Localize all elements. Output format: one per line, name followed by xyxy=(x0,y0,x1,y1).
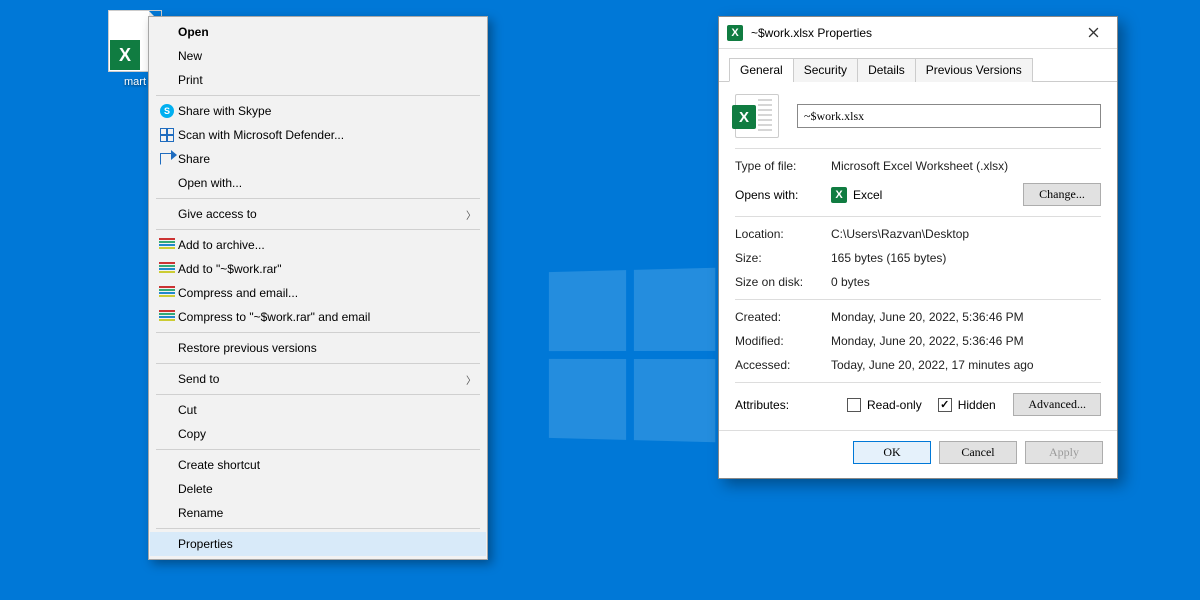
menu-separator xyxy=(156,95,480,96)
menu-share-skype[interactable]: Share with Skype xyxy=(150,99,486,123)
close-icon xyxy=(1088,27,1099,38)
menu-separator xyxy=(156,229,480,230)
chevron-right-icon: 〉 xyxy=(466,207,476,222)
divider xyxy=(735,382,1101,383)
title-text: ~$work.xlsx Properties xyxy=(751,26,1071,40)
label-attributes: Attributes: xyxy=(735,398,831,412)
menu-scan-defender[interactable]: Scan with Microsoft Defender... xyxy=(150,123,486,147)
checkbox-readonly-label: Read-only xyxy=(867,398,922,412)
value-opens-with: Excel xyxy=(853,188,882,202)
label-accessed: Accessed: xyxy=(735,358,831,372)
advanced-button[interactable]: Advanced... xyxy=(1013,393,1101,416)
menu-rename[interactable]: Rename xyxy=(150,501,486,525)
menu-separator xyxy=(156,198,480,199)
value-location: C:\Users\Razvan\Desktop xyxy=(831,227,1101,241)
menu-restore-versions[interactable]: Restore previous versions xyxy=(150,336,486,360)
divider xyxy=(735,216,1101,217)
filename-input[interactable] xyxy=(797,104,1101,128)
row-size: Size:165 bytes (165 bytes) xyxy=(735,251,1101,265)
apply-button[interactable]: Apply xyxy=(1025,441,1103,464)
menu-open-with[interactable]: Open with... xyxy=(150,171,486,195)
row-size-on-disk: Size on disk:0 bytes xyxy=(735,275,1101,289)
row-modified: Modified:Monday, June 20, 2022, 5:36:46 … xyxy=(735,334,1101,348)
menu-separator xyxy=(156,528,480,529)
winrar-icon xyxy=(159,262,175,276)
share-icon xyxy=(160,153,174,165)
menu-share[interactable]: Share xyxy=(150,147,486,171)
context-menu: Open New Print Share with Skype Scan wit… xyxy=(148,16,488,560)
file-type-icon: X xyxy=(735,94,779,138)
menu-compress-rar-email[interactable]: Compress to "~$work.rar" and email xyxy=(150,305,486,329)
close-button[interactable] xyxy=(1071,18,1115,48)
cancel-button[interactable]: Cancel xyxy=(939,441,1017,464)
properties-dialog: X ~$work.xlsx Properties General Securit… xyxy=(718,16,1118,479)
chevron-right-icon: 〉 xyxy=(466,372,476,387)
menu-separator xyxy=(156,394,480,395)
winrar-icon xyxy=(159,238,175,252)
menu-create-shortcut[interactable]: Create shortcut xyxy=(150,453,486,477)
menu-new[interactable]: New xyxy=(150,44,486,68)
tabs: General Security Details Previous Versio… xyxy=(719,49,1117,82)
row-location: Location:C:\Users\Razvan\Desktop xyxy=(735,227,1101,241)
divider xyxy=(735,148,1101,149)
menu-separator xyxy=(156,449,480,450)
change-button[interactable]: Change... xyxy=(1023,183,1101,206)
title-excel-icon: X xyxy=(727,25,743,41)
checkbox-box xyxy=(938,398,952,412)
row-opens-with: Opens with: X Excel Change... xyxy=(735,183,1101,206)
menu-print[interactable]: Print xyxy=(150,68,486,92)
label-location: Location: xyxy=(735,227,831,241)
windows-logo-background xyxy=(549,268,715,442)
winrar-icon xyxy=(159,286,175,300)
row-created: Created:Monday, June 20, 2022, 5:36:46 P… xyxy=(735,310,1101,324)
title-bar: X ~$work.xlsx Properties xyxy=(719,17,1117,49)
menu-add-archive[interactable]: Add to archive... xyxy=(150,233,486,257)
row-attributes: Attributes: Read-only Hidden Advanced... xyxy=(735,393,1101,416)
divider xyxy=(735,299,1101,300)
dialog-footer: OK Cancel Apply xyxy=(719,430,1117,478)
value-size-on-disk: 0 bytes xyxy=(831,275,1101,289)
general-panel: X Type of file: Microsoft Excel Workshee… xyxy=(719,82,1117,424)
excel-app-icon: X xyxy=(831,187,847,203)
menu-add-rar[interactable]: Add to "~$work.rar" xyxy=(150,257,486,281)
tab-security[interactable]: Security xyxy=(793,58,858,82)
menu-delete[interactable]: Delete xyxy=(150,477,486,501)
menu-cut[interactable]: Cut xyxy=(150,398,486,422)
value-accessed: Today, June 20, 2022, 17 minutes ago xyxy=(831,358,1101,372)
value-created: Monday, June 20, 2022, 5:36:46 PM xyxy=(831,310,1101,324)
menu-open[interactable]: Open xyxy=(150,20,486,44)
value-type: Microsoft Excel Worksheet (.xlsx) xyxy=(831,159,1101,173)
label-opens-with: Opens with: xyxy=(735,188,831,202)
checkbox-hidden[interactable]: Hidden xyxy=(938,398,996,412)
winrar-icon xyxy=(159,310,175,324)
checkbox-readonly[interactable]: Read-only xyxy=(847,398,922,412)
menu-properties[interactable]: Properties xyxy=(150,532,486,556)
menu-send-to[interactable]: Send to〉 xyxy=(150,367,486,391)
row-accessed: Accessed:Today, June 20, 2022, 17 minute… xyxy=(735,358,1101,372)
label-type: Type of file: xyxy=(735,159,831,173)
label-size-on-disk: Size on disk: xyxy=(735,275,831,289)
row-type: Type of file: Microsoft Excel Worksheet … xyxy=(735,159,1101,173)
checkbox-hidden-label: Hidden xyxy=(958,398,996,412)
excel-badge-icon: X xyxy=(110,40,140,70)
ok-button[interactable]: OK xyxy=(853,441,931,464)
value-size: 165 bytes (165 bytes) xyxy=(831,251,1101,265)
menu-give-access[interactable]: Give access to〉 xyxy=(150,202,486,226)
label-size: Size: xyxy=(735,251,831,265)
menu-compress-email[interactable]: Compress and email... xyxy=(150,281,486,305)
label-created: Created: xyxy=(735,310,831,324)
menu-copy[interactable]: Copy xyxy=(150,422,486,446)
checkbox-box xyxy=(847,398,861,412)
menu-separator xyxy=(156,363,480,364)
value-modified: Monday, June 20, 2022, 5:36:46 PM xyxy=(831,334,1101,348)
tab-details[interactable]: Details xyxy=(857,58,916,82)
tab-previous-versions[interactable]: Previous Versions xyxy=(915,58,1033,82)
skype-icon xyxy=(160,104,174,118)
tab-general[interactable]: General xyxy=(729,58,794,82)
defender-icon xyxy=(160,128,174,142)
label-modified: Modified: xyxy=(735,334,831,348)
menu-separator xyxy=(156,332,480,333)
